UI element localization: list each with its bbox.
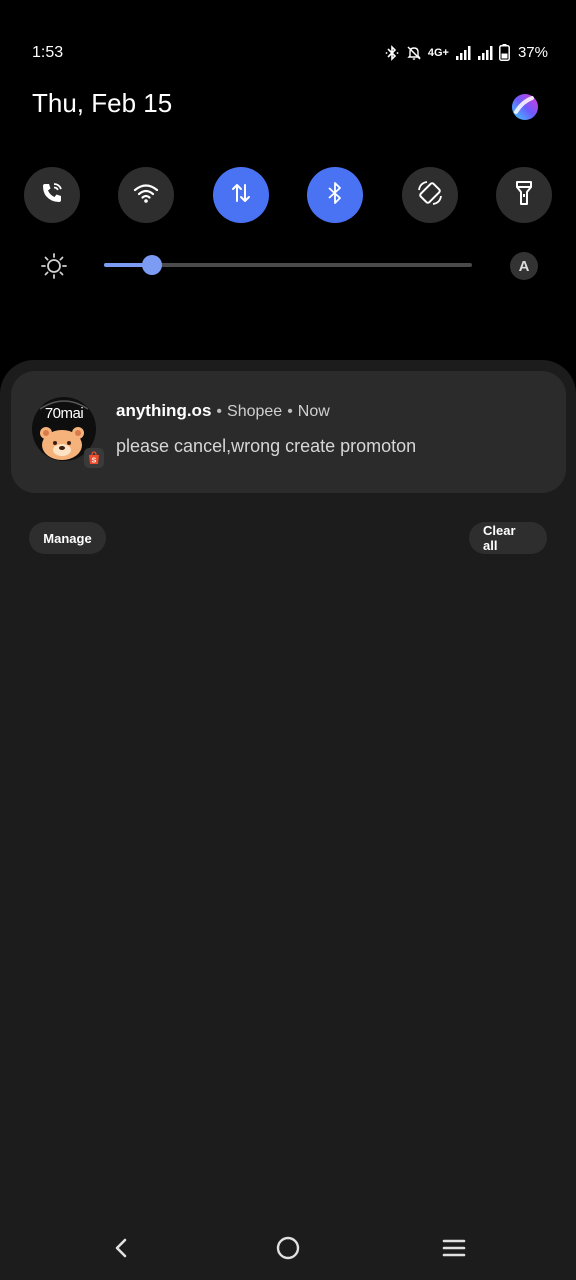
navigation-bar [0,1220,576,1280]
separator: • [216,403,223,420]
quick-settings-row [24,167,552,223]
wifi-icon [133,182,159,209]
auto-rotate-icon [416,179,444,212]
qs-tile-bluetooth[interactable] [307,167,363,223]
qs-tile-flashlight[interactable] [496,167,552,223]
home-button[interactable] [266,1228,310,1272]
auto-brightness-button[interactable]: A [510,252,538,280]
bell-off-icon [406,45,422,61]
qs-tile-auto-rotate[interactable] [402,167,458,223]
network-type-label: 4G+ [427,46,449,59]
back-button[interactable] [100,1228,144,1272]
clear-all-button[interactable]: Clear all [469,522,547,554]
qs-tile-wifi[interactable] [118,167,174,223]
mobile-data-icon [230,181,252,210]
date-label: Thu, Feb 15 [32,88,173,118]
recents-button[interactable] [432,1228,476,1272]
home-icon [275,1235,301,1266]
brightness-row: A [38,248,542,282]
recents-icon [441,1237,467,1264]
battery-icon [499,44,510,61]
notification-time: Now [297,403,330,420]
back-icon [112,1236,132,1265]
brightness-slider-thumb[interactable] [142,255,162,275]
notification-panel [0,360,576,1280]
qs-tile-wifi-calling[interactable] [24,167,80,223]
shopee-badge-icon: S [84,448,104,468]
signal-icon [455,45,471,60]
svg-text:S: S [92,458,97,465]
flashlight-icon [513,179,535,212]
manage-button[interactable]: Manage [29,522,106,554]
brightness-icon [40,252,68,285]
notification-message: please cancel,wrong create promoton [116,436,417,456]
qs-tile-mobile-data[interactable] [213,167,269,223]
notification-card[interactable]: 70mai S anything.os • Shopee • Now please ca… [11,371,566,493]
battery-percent: 37% [517,44,548,61]
notification-source: Shopee [227,403,283,420]
notification-app-title: anything.os [116,401,212,420]
bluetooth-icon [325,181,345,210]
notification-header: anything.os • Shopee • Now [116,401,330,421]
signal-icon [477,45,493,60]
assistant-orb-icon[interactable] [510,92,540,122]
separator: • [287,403,293,420]
brightness-slider[interactable] [104,255,472,275]
wifi-calling-icon [39,180,65,211]
bluetooth-icon [384,44,400,61]
status-time: 1:53 [32,44,64,61]
status-icons: 4G+ 37% [384,44,548,61]
